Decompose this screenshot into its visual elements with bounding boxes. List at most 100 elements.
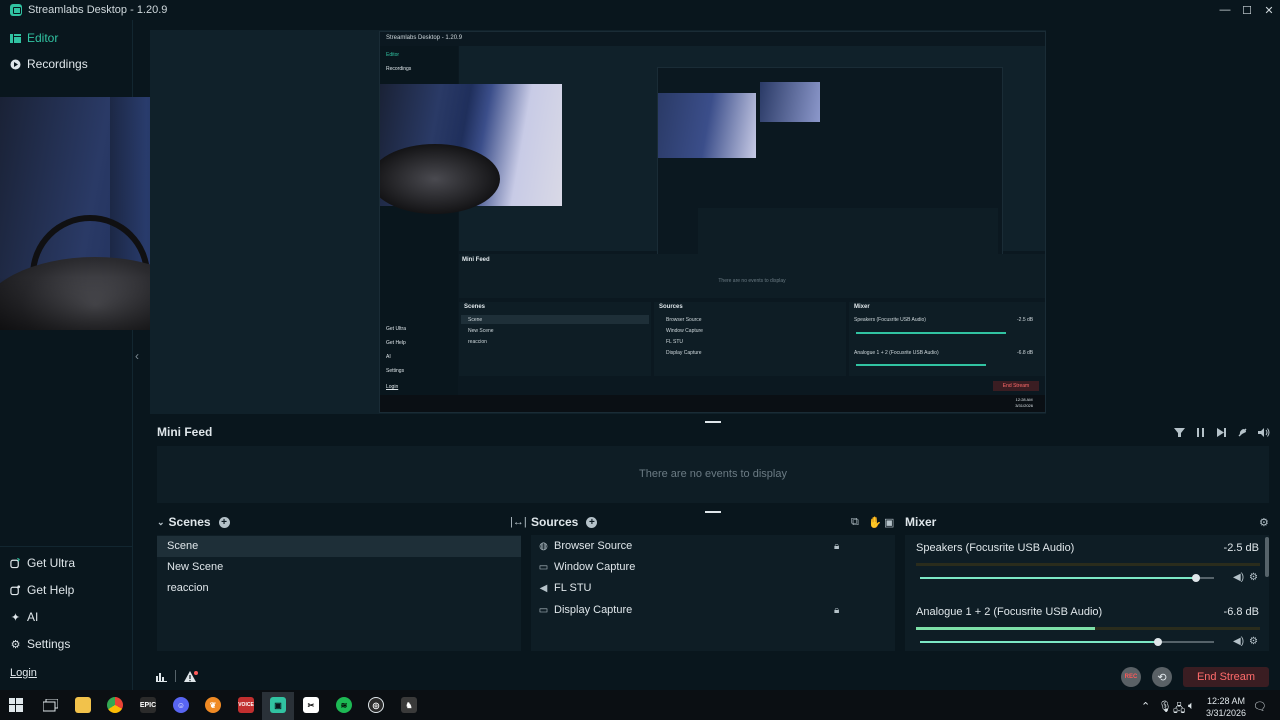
skip-icon[interactable]: [1215, 426, 1228, 439]
chrome-icon[interactable]: [107, 697, 123, 713]
volume-tray-icon[interactable]: 🔈︎: [1188, 700, 1195, 713]
source-item-fl-stu[interactable]: ◀︎ FL STU: [538, 582, 592, 594]
speaker-volume-icon[interactable]: ◀︎): [1233, 636, 1244, 647]
sidebar-item-label: Get Help: [27, 583, 75, 597]
obs-icon[interactable]: ◎: [368, 697, 384, 713]
capcut-icon[interactable]: ✂: [303, 697, 319, 713]
ultra-icon: [10, 557, 21, 569]
nested-mixer-name: Analogue 1 + 2 (Focusrite USB Audio): [854, 350, 939, 356]
editor-preview[interactable]: Streamlabs Desktop - 1.20.9 Editor Recor…: [150, 30, 1046, 414]
clock-time: 12:28 AM: [1206, 696, 1246, 706]
channel-settings-gear-icon[interactable]: ⚙: [1249, 572, 1258, 583]
nested-nav-settings: Settings: [386, 368, 405, 374]
nested-scenes-panel: Scenes Scene New Scene reaccion: [459, 302, 651, 376]
discord-icon[interactable]: ☺: [173, 697, 189, 713]
task-view-icon[interactable]: [42, 697, 58, 713]
filter-icon[interactable]: [1173, 426, 1186, 439]
windows-start-icon[interactable]: [8, 697, 24, 713]
scene-item-scene[interactable]: Scene: [157, 536, 521, 557]
taskbar-clock[interactable]: 12:28 AM 3/31/2026: [1203, 695, 1249, 719]
voicemeeter-icon[interactable]: VOICE: [238, 697, 254, 713]
resize-handle[interactable]: [705, 421, 721, 423]
lock-icon[interactable]: 🔒︎: [834, 541, 839, 552]
rec-button[interactable]: REC: [1121, 667, 1141, 687]
sidebar-item-recordings[interactable]: Recordings: [10, 57, 88, 71]
source-properties-icon[interactable]: ✋: [868, 516, 882, 529]
source-item-display-capture[interactable]: ▭ Display Capture: [538, 604, 633, 616]
nested-nav-recordings: Recordings: [386, 66, 412, 72]
nested-source-item: Window Capture: [666, 328, 703, 334]
notifications-icon[interactable]: 🗨︎: [1253, 700, 1267, 713]
close-button[interactable]: ✕: [1258, 0, 1280, 20]
sidebar-item-settings[interactable]: ⚙ Settings: [10, 637, 71, 651]
source-item-browser-source[interactable]: ◍ Browser Source: [538, 540, 632, 552]
epic-games-icon[interactable]: EPIC: [140, 697, 156, 713]
fl-studio-icon[interactable]: ❦: [205, 697, 221, 713]
lock-icon[interactable]: 🔒︎: [834, 605, 839, 616]
add-scene-button[interactable]: +: [218, 516, 230, 528]
volume-slider-fill: [920, 577, 1197, 579]
mute-alerts-icon[interactable]: [1236, 426, 1249, 439]
scenes-title: Scenes: [168, 515, 211, 529]
nested-mixer-title: Mixer: [854, 304, 870, 310]
mixer-settings-gear-icon[interactable]: ⚙: [1259, 516, 1269, 529]
scene-item-reaccion[interactable]: reaccion: [157, 578, 521, 599]
source-item-window-capture[interactable]: ▭ Window Capture: [538, 561, 636, 573]
end-stream-button[interactable]: End Stream: [1183, 667, 1269, 687]
app-extra-icon[interactable]: ♞: [401, 697, 417, 713]
nested-nav-get-help: Get Help: [386, 340, 406, 346]
nested-webcam-feed: [380, 84, 562, 214]
sidebar-item-ai[interactable]: ✦ AI: [10, 610, 38, 624]
streamlabs-taskbar-icon[interactable]: ▣: [270, 697, 286, 713]
speaker-volume-icon[interactable]: ◀︎): [1233, 572, 1244, 583]
microphone-icon[interactable]: 🎙︎: [1158, 700, 1172, 713]
source-selection-icon[interactable]: ⧉: [851, 516, 859, 529]
pause-icon[interactable]: [1194, 426, 1207, 439]
mixer-scrollbar[interactable]: [1265, 537, 1269, 577]
sidebar-item-label: Settings: [27, 637, 71, 651]
channel-settings-gear-icon[interactable]: ⚙: [1249, 636, 1258, 647]
mixer-channel-db: -2.5 dB: [1223, 542, 1259, 554]
window-title: Streamlabs Desktop - 1.20.9: [28, 4, 168, 16]
streamlabs-logo-icon: [10, 4, 22, 16]
scene-collections-icon[interactable]: |↔|: [510, 516, 527, 528]
nested-nav-get-ultra: Get Ultra: [386, 326, 407, 332]
scenes-header: ⌄ Scenes +: [157, 515, 230, 529]
maximize-button[interactable]: ☐: [1236, 0, 1258, 20]
nested-mixer-name: Speakers (Focusrite USB Audio): [854, 317, 926, 323]
sidebar-item-label: Get Ultra: [27, 556, 76, 570]
mixer-title: Mixer: [905, 515, 937, 529]
alert-warning-icon[interactable]: [184, 671, 198, 686]
login-link[interactable]: Login: [10, 667, 37, 679]
volume-slider-fill: [920, 641, 1159, 643]
nested-clock-date: 3/31/2026: [1015, 403, 1033, 408]
minimize-button[interactable]: —: [1214, 0, 1236, 20]
add-source-button[interactable]: +: [586, 516, 598, 528]
nested-scene-item: New Scene: [468, 328, 494, 334]
gear-icon: ⚙: [10, 638, 21, 651]
source-label: Display Capture: [554, 604, 633, 616]
sidebar-item-get-help[interactable]: Get Help: [10, 583, 74, 597]
replay-buffer-icon[interactable]: ⟲: [1152, 667, 1172, 687]
sidebar-item-editor[interactable]: Editor: [10, 31, 58, 45]
help-icon: [10, 585, 21, 596]
source-label: Window Capture: [554, 561, 636, 573]
nested-display-capture: Streamlabs Desktop - 1.20.9 Editor Recor…: [379, 31, 1046, 413]
performance-stats-icon[interactable]: [156, 671, 167, 685]
nested-sources-panel: Sources Browser Source Window Capture FL…: [654, 302, 846, 376]
scene-item-new-scene[interactable]: New Scene: [157, 557, 521, 578]
nested-source-item: Browser Source: [666, 317, 702, 323]
collapse-sidebar-chevron-icon[interactable]: ‹: [135, 349, 139, 363]
add-folder-icon[interactable]: ▣: [884, 516, 894, 529]
tray-chevron-up-icon[interactable]: ⌃: [1141, 700, 1150, 713]
file-explorer-icon[interactable]: [75, 697, 91, 713]
editor-icon: [10, 33, 21, 44]
nested-scenes-title: Scenes: [464, 304, 486, 310]
sidebar-item-get-ultra[interactable]: Get Ultra: [10, 556, 75, 570]
sources-title: Sources: [531, 515, 579, 529]
volume-icon[interactable]: [1257, 426, 1270, 439]
chevron-down-icon[interactable]: ⌄: [157, 517, 165, 528]
spotify-icon[interactable]: ≋: [336, 697, 352, 713]
network-icon[interactable]: 🖧︎: [1173, 700, 1185, 719]
resize-handle[interactable]: [705, 511, 721, 513]
